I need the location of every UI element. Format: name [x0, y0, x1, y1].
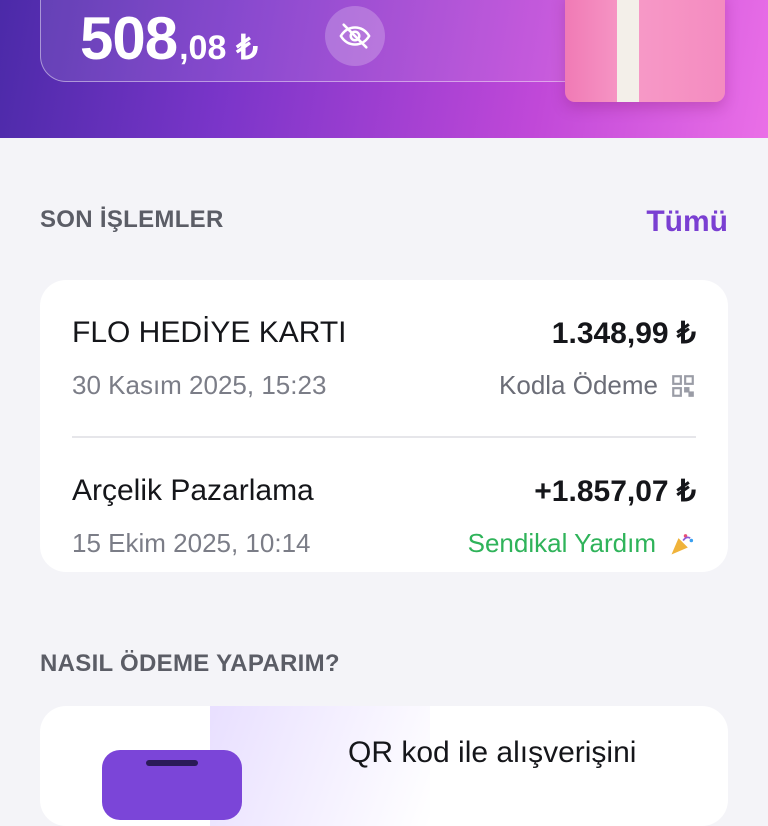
gift-box-image — [565, 0, 725, 102]
transaction-amount: 1.348,99 ₺ — [551, 317, 696, 350]
transaction-row[interactable]: Arçelik Pazarlama +1.857,07 ₺ 15 Ekim 20… — [72, 474, 696, 564]
transaction-type-label: Sendikal Yardım — [467, 528, 656, 558]
transaction-date: 15 Ekim 2025, 10:14 — [72, 528, 311, 558]
gift-ribbon — [617, 0, 639, 102]
eye-off-icon — [339, 23, 371, 49]
balance-header: 508,08 ₺ — [0, 0, 768, 138]
see-all-link[interactable]: Tümü — [646, 205, 728, 239]
transaction-type: Sendikal Yardım — [468, 528, 696, 559]
recent-transactions-title: SON İŞLEMLER — [40, 206, 224, 233]
transaction-row[interactable]: FLO HEDİYE KARTI 1.348,99 ₺ 30 Kasım 202… — [72, 316, 696, 406]
promo-text: QR kod ile alışverişini — [348, 736, 637, 769]
transaction-type: Kodla Ödeme — [499, 370, 696, 401]
hide-balance-button[interactable] — [325, 6, 385, 66]
transaction-type-label: Kodla Ödeme — [499, 370, 658, 400]
qr-promo-card[interactable]: QR kod ile alışverişini — [40, 706, 728, 826]
how-to-pay-title: NASIL ÖDEME YAPARIM? — [40, 650, 340, 677]
transaction-name: Arçelik Pazarlama — [72, 474, 314, 507]
phone-notch — [146, 760, 198, 766]
qr-code-icon — [672, 374, 694, 397]
transaction-date: 30 Kasım 2025, 15:23 — [72, 370, 327, 400]
phone-illustration — [102, 750, 242, 820]
currency-symbol: ₺ — [236, 29, 259, 67]
transaction-divider — [72, 436, 696, 438]
transaction-name: FLO HEDİYE KARTI — [72, 316, 347, 349]
balance-amount: 508,08 ₺ — [80, 4, 258, 73]
balance-decimal: ,08 — [179, 29, 227, 67]
transaction-amount: +1.857,07 ₺ — [534, 475, 696, 508]
transactions-card: FLO HEDİYE KARTI 1.348,99 ₺ 30 Kasım 202… — [40, 280, 728, 572]
party-popper-icon — [671, 533, 694, 554]
balance-integer: 508 — [80, 5, 178, 72]
